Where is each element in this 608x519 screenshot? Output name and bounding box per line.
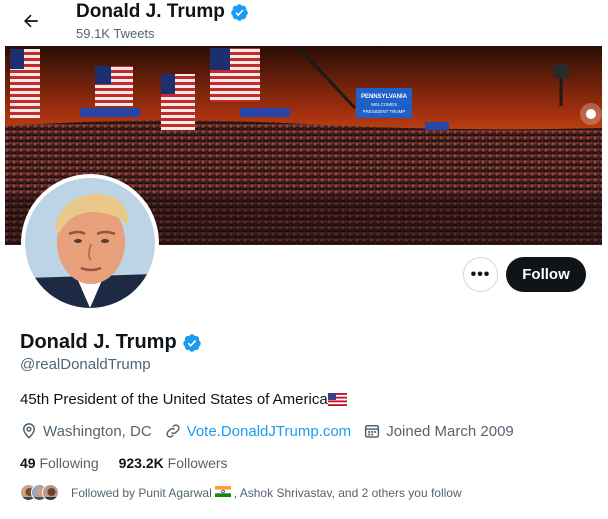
location-item: Washington, DC bbox=[20, 422, 152, 440]
avatar bbox=[42, 484, 59, 501]
bio-text: 45th President of the United States of A… bbox=[20, 391, 328, 408]
website-link[interactable]: Vote.DonaldJTrump.com bbox=[187, 423, 352, 440]
followed-by-link[interactable]: Followed by Punit Agarwal , Ashok Shriva… bbox=[20, 484, 462, 501]
followers-link[interactable]: 923.2K Followers bbox=[119, 455, 228, 471]
profile-bio: 45th President of the United States of A… bbox=[20, 391, 347, 408]
banner-sign-line-3: PRESIDENT TRUMP bbox=[363, 109, 406, 114]
profile-name-text: Donald J. Trump bbox=[20, 331, 177, 353]
calendar-icon bbox=[363, 422, 381, 440]
header-name-text: Donald J. Trump bbox=[76, 1, 225, 22]
followers-label: Followers bbox=[167, 455, 228, 471]
followers-count: 923.2K bbox=[118, 455, 164, 471]
more-options-button[interactable]: ••• bbox=[463, 257, 498, 292]
follow-button[interactable]: Follow bbox=[506, 257, 586, 292]
profile-meta: Washington, DC Vote.DonaldJTrump.com Joi… bbox=[20, 422, 526, 440]
profile-handle: @realDonaldTrump bbox=[20, 356, 151, 373]
following-label: Following bbox=[39, 455, 99, 471]
follow-stats: 49 Following 923.2K Followers bbox=[20, 455, 228, 471]
following-count: 49 bbox=[20, 455, 36, 471]
profile-name: Donald J. Trump bbox=[20, 331, 202, 354]
verified-badge-icon[interactable] bbox=[182, 333, 202, 353]
followed-by-prefix: Followed by Punit Agarwal bbox=[71, 485, 212, 500]
profile-header: Donald J. Trump 59.1K Tweets bbox=[0, 0, 608, 46]
followed-by-text: Followed by Punit Agarwal , Ashok Shriva… bbox=[71, 485, 462, 500]
location-pin-icon bbox=[20, 422, 38, 440]
us-flag-icon bbox=[327, 393, 347, 406]
mutual-avatars bbox=[20, 484, 59, 501]
location-text: Washington, DC bbox=[43, 422, 152, 440]
header-title: Donald J. Trump bbox=[76, 1, 249, 23]
banner-sign-line-1: PENNSYLVANIA bbox=[361, 94, 408, 100]
joined-item: Joined March 2009 bbox=[363, 422, 514, 440]
website-item: Vote.DonaldJTrump.com bbox=[164, 422, 352, 440]
following-link[interactable]: 49 Following bbox=[20, 455, 99, 471]
india-flag-icon bbox=[214, 485, 231, 500]
banner-sign-line-2: WELCOMES bbox=[371, 102, 397, 107]
arrow-left-icon bbox=[21, 11, 41, 36]
followed-by-suffix: , Ashok Shrivastav, and 2 others you fol… bbox=[233, 485, 462, 500]
link-icon bbox=[164, 422, 182, 440]
tweet-count: 59.1K Tweets bbox=[76, 26, 155, 41]
profile-avatar[interactable] bbox=[21, 174, 159, 312]
joined-text: Joined March 2009 bbox=[386, 422, 514, 440]
banner-sign: PENNSYLVANIA WELCOMES PRESIDENT TRUMP bbox=[356, 88, 412, 118]
verified-badge-icon bbox=[230, 3, 249, 22]
avatar-image bbox=[25, 178, 155, 308]
back-button[interactable] bbox=[14, 6, 48, 40]
